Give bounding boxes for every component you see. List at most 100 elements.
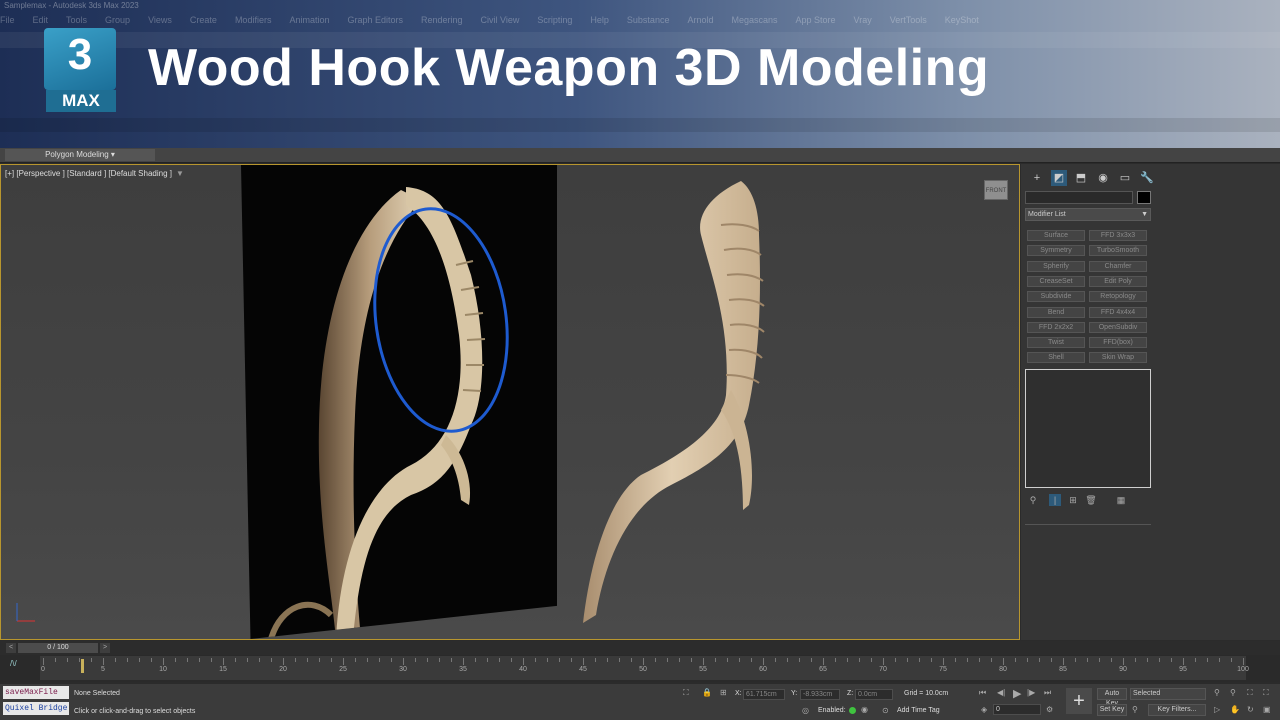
isolate-icon[interactable]: ⛶ (683, 688, 689, 698)
object-color-swatch[interactable] (1137, 191, 1151, 204)
modifier-button[interactable]: Bend (1027, 306, 1085, 318)
track-bar[interactable]: /\/ 0 5 10 15 20 25 30 35 40 45 50 55 60 65 70 75 80 85 90… (0, 655, 1280, 682)
menu-item[interactable]: App Store (796, 15, 836, 25)
menu-item[interactable]: VertTools (890, 15, 927, 25)
modifier-stack[interactable] (1025, 369, 1151, 488)
track-bar-ruler[interactable]: 0 5 10 15 20 25 30 35 40 45 50 55 60 65 70 75 80 85 90 95 10… (40, 656, 1249, 680)
modifier-button[interactable]: TurboSmooth (1089, 245, 1147, 257)
show-end-result-icon[interactable]: | (1049, 494, 1061, 506)
time-config-icon[interactable]: ⚙ (1046, 705, 1053, 714)
make-unique-icon[interactable]: ⊞ (1067, 494, 1079, 506)
secondary-toolbar[interactable] (0, 118, 1280, 132)
menu-item[interactable]: Help (590, 15, 609, 25)
menu-item[interactable]: KeyShot (945, 15, 979, 25)
zoom-extents-all-icon[interactable]: ⛶ (1263, 688, 1269, 698)
menu-bar[interactable]: File Edit Tools Group Views Create Modifiers An… (0, 15, 1280, 29)
menu-item[interactable]: Views (148, 15, 172, 25)
time-tag-icon[interactable]: ⊙ (882, 706, 889, 715)
motion-tab-icon[interactable]: ◉ (1095, 170, 1111, 186)
menu-item[interactable]: Group (105, 15, 130, 25)
menu-item[interactable]: Graph Editors (347, 15, 403, 25)
next-frame-button[interactable]: > (100, 643, 110, 653)
configure-sets-icon[interactable]: ▦ (1115, 494, 1127, 506)
menu-item[interactable]: Tools (66, 15, 87, 25)
modify-tab-icon[interactable]: ◩ (1051, 170, 1067, 186)
adaptive-degradation-icon[interactable]: ◎ (802, 706, 809, 715)
add-time-tag[interactable]: Add Time Tag (897, 707, 940, 714)
lock-selection-icon[interactable]: 🔒 (702, 688, 712, 697)
viewport-label[interactable]: [+] [Perspective ] [Standard ] [Default … (5, 169, 184, 178)
zoom-all-icon[interactable]: ⚲ (1230, 688, 1236, 697)
key-mode-icon[interactable]: ◈ (981, 705, 987, 714)
pan-icon[interactable]: ✋ (1230, 705, 1240, 714)
perspective-viewport[interactable]: [+] [Perspective ] [Standard ] [Default … (0, 164, 1020, 640)
zoom-icon[interactable]: ⚲ (1214, 688, 1220, 697)
object-name-field[interactable] (1025, 191, 1133, 204)
enabled-indicator-icon[interactable] (849, 707, 856, 714)
modifier-button[interactable]: Skin Wrap (1089, 352, 1147, 364)
time-tag-toggle-icon[interactable]: ◉ (861, 705, 868, 714)
modifier-button[interactable]: Spherify (1027, 260, 1085, 272)
goto-start-icon[interactable]: ⏮ (979, 688, 986, 698)
menu-item[interactable]: Edit (33, 15, 49, 25)
prev-frame-button[interactable]: < (6, 643, 16, 653)
set-key-button[interactable]: Set Key (1097, 704, 1127, 716)
pin-stack-icon[interactable]: ⚲ (1027, 494, 1039, 506)
maxscript-listener-line-2[interactable]: Quixel Bridge (3, 702, 69, 715)
menu-item[interactable]: File (0, 15, 15, 25)
remove-modifier-icon[interactable]: 🗑 (1085, 494, 1097, 506)
menu-item[interactable]: Civil View (481, 15, 520, 25)
next-frame-icon[interactable]: |▶ (1027, 688, 1035, 697)
modifier-button[interactable]: Shell (1027, 352, 1085, 364)
time-slider-thumb[interactable]: 0 / 100 (18, 643, 98, 653)
key-filter-icon[interactable]: ⚲ (1132, 705, 1138, 714)
selection-set-dropdown[interactable]: Selected (1130, 688, 1206, 700)
modifier-button[interactable]: Subdivide (1027, 291, 1085, 303)
menu-item[interactable]: Animation (289, 15, 329, 25)
current-frame-marker[interactable] (81, 659, 84, 673)
auto-key-button[interactable]: Auto Key (1097, 688, 1127, 707)
orbit-icon[interactable]: ↻ (1247, 705, 1254, 714)
menu-item[interactable]: Vray (854, 15, 872, 25)
time-slider[interactable]: < 0 / 100 > (0, 641, 1280, 655)
curve-editor-icon[interactable]: /\/ (10, 659, 17, 668)
z-coordinate-field[interactable]: 0.0cm (855, 689, 893, 700)
modifier-button[interactable]: Twist (1027, 337, 1085, 349)
modifier-button[interactable]: Chamfer (1089, 260, 1147, 272)
modifier-button[interactable]: FFD 2x2x2 (1027, 321, 1085, 333)
modifier-button[interactable]: Symmetry (1027, 245, 1085, 257)
menu-item[interactable]: Substance (627, 15, 670, 25)
maximize-viewport-icon[interactable]: ▣ (1263, 705, 1271, 714)
modifier-list-dropdown[interactable]: Modifier List ▼ (1025, 208, 1151, 221)
modifier-button[interactable]: FFD(box) (1089, 337, 1147, 349)
menu-item[interactable]: Megascans (731, 15, 777, 25)
modifier-button[interactable]: Edit Poly (1089, 275, 1147, 287)
x-coordinate-field[interactable]: 61.715cm (743, 689, 785, 700)
modifier-button[interactable]: FFD 4x4x4 (1089, 306, 1147, 318)
modifier-button[interactable]: CreaseSet (1027, 275, 1085, 287)
absolute-mode-icon[interactable]: ⊞ (720, 688, 727, 697)
previous-frame-icon[interactable]: ◀| (997, 688, 1005, 697)
modifier-button[interactable]: FFD 3x3x3 (1089, 230, 1147, 241)
field-of-view-icon[interactable]: ▷ (1214, 705, 1220, 714)
hierarchy-tab-icon[interactable]: ⬒ (1073, 170, 1089, 186)
zoom-extents-icon[interactable]: ⛶ (1247, 688, 1253, 698)
ribbon-tab-polygon-modeling[interactable]: Polygon Modeling ▾ (5, 149, 155, 161)
filter-icon[interactable]: ▼ (176, 169, 184, 178)
current-frame-field[interactable]: 0 (993, 704, 1041, 715)
menu-item[interactable]: Scripting (537, 15, 572, 25)
play-icon[interactable]: ▶ (1013, 687, 1021, 700)
display-tab-icon[interactable]: ▭ (1117, 170, 1133, 186)
y-coordinate-field[interactable]: -8.933cm (800, 689, 840, 700)
utilities-tab-icon[interactable]: 🔧 (1139, 170, 1155, 186)
menu-item[interactable]: Rendering (421, 15, 463, 25)
modeled-hook-mesh[interactable] (561, 175, 801, 635)
viewcube[interactable]: FRONT (984, 180, 1008, 200)
modifier-button[interactable]: OpenSubdiv (1089, 321, 1147, 333)
menu-item[interactable]: Modifiers (235, 15, 272, 25)
goto-end-icon[interactable]: ⏭ (1044, 688, 1051, 698)
set-key-big-button[interactable]: + (1066, 688, 1092, 714)
create-tab-icon[interactable]: + (1029, 170, 1045, 186)
menu-item[interactable]: Arnold (687, 15, 713, 25)
modifier-button[interactable]: Retopology (1089, 291, 1147, 303)
